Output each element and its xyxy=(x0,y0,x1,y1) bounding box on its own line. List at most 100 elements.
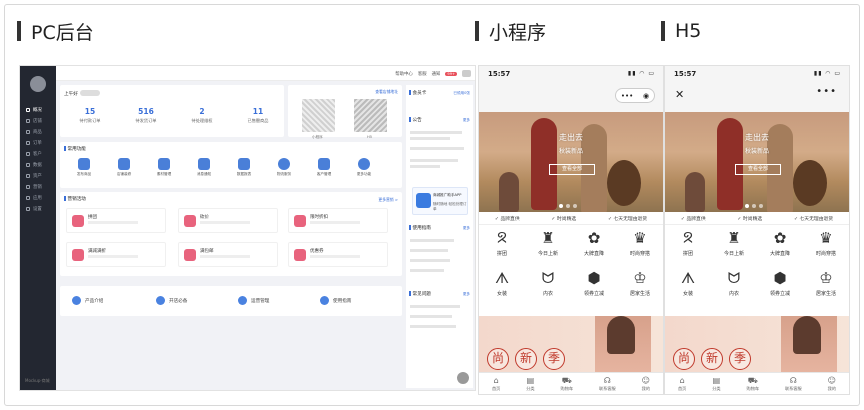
notice-item[interactable] xyxy=(410,131,462,134)
func-more[interactable]: 更多功能 xyxy=(356,158,372,177)
category-item[interactable]: ♔ 居家生活 xyxy=(803,269,849,297)
promo-banner[interactable]: 尚 新 季 xyxy=(479,316,663,373)
promo-char: 季 xyxy=(729,348,751,370)
notice-item[interactable] xyxy=(410,137,450,140)
tab-cart[interactable]: ⛟ 购物车 xyxy=(561,373,574,394)
hero-button[interactable]: 查看全部 xyxy=(735,164,781,175)
tab-profile[interactable]: ☺ 我的 xyxy=(828,373,836,394)
category-item[interactable]: ✿ 大牌直降 xyxy=(757,229,803,257)
faq-item[interactable] xyxy=(410,325,456,328)
category-item[interactable]: ⬢ 领券立减 xyxy=(571,269,617,297)
link-store-essentials[interactable]: 开店必备 xyxy=(156,296,187,305)
more-dots-icon[interactable]: ••• xyxy=(621,92,633,100)
category-item[interactable]: ♜ 今日上新 xyxy=(525,229,571,257)
func-materials[interactable]: 素材管理 xyxy=(156,158,172,177)
notice-item[interactable] xyxy=(410,165,440,168)
func-decoration[interactable]: 店铺装修 xyxy=(116,158,132,177)
promo-banner[interactable]: 尚 新 季 xyxy=(665,316,849,373)
sidebar-item-goods[interactable]: 商品 xyxy=(20,126,56,137)
category-item[interactable]: ♛ 时尚穿搭 xyxy=(803,229,849,257)
faq-item[interactable] xyxy=(410,305,460,308)
service-guarantee-bar: ✓ 品牌直供 ✓ 时尚精选 ✓ 七天无理由退货 xyxy=(665,212,849,225)
marketing-group-buy[interactable]: 拼团 xyxy=(66,208,166,233)
notice-more-link[interactable]: 更多 xyxy=(463,118,470,123)
category-item[interactable]: ⬢ 领券立减 xyxy=(757,269,803,297)
marketing-free-shipping[interactable]: 满包邮 xyxy=(178,242,278,267)
tab-home[interactable]: ⌂ 首页 xyxy=(492,373,500,394)
service-link[interactable]: 客服 xyxy=(418,71,427,77)
app-promo-card[interactable]: 商城推广助手APP 随时随地 轻松处理订单 xyxy=(412,187,468,215)
close-target-icon[interactable]: ◉ xyxy=(643,92,649,100)
store-address-link[interactable]: 查看店铺地址 xyxy=(375,89,398,95)
hero-banner[interactable]: 走出去 秋装新品 查看全部 xyxy=(479,112,663,212)
floating-help-button[interactable] xyxy=(457,372,469,384)
category-item[interactable]: ᗢ 内衣 xyxy=(525,269,571,297)
guide-item[interactable] xyxy=(410,269,444,272)
marketing-more-link[interactable]: 更多营销 > xyxy=(378,197,398,203)
category-item[interactable]: ♛ 时尚穿搭 xyxy=(617,229,663,257)
marketing-full-reduction[interactable]: 满减满折 xyxy=(66,242,166,267)
close-icon[interactable]: ✕ xyxy=(675,88,684,101)
category-item[interactable]: ᗑ 女装 xyxy=(479,269,525,297)
miniapp-capsule[interactable]: ••• ◉ xyxy=(615,88,655,103)
tab-service[interactable]: ☊ 联系客服 xyxy=(785,373,802,394)
tab-profile[interactable]: ☺ 我的 xyxy=(642,373,650,394)
sidebar-item-data[interactable]: 数据 xyxy=(20,159,56,170)
sidebar-item-assets[interactable]: 资产 xyxy=(20,170,56,181)
guide-item[interactable] xyxy=(410,239,454,242)
category-item[interactable]: ✿ 大牌直降 xyxy=(571,229,617,257)
stat-pending-refund[interactable]: 2 待处理维权 xyxy=(174,107,230,124)
tab-service[interactable]: ☊ 联系客服 xyxy=(599,373,616,394)
notice-item[interactable] xyxy=(410,159,458,162)
guide-item[interactable] xyxy=(410,249,448,252)
notice-link[interactable]: 通知 xyxy=(432,71,441,77)
func-reports[interactable]: 数据报表 xyxy=(236,158,252,177)
member-card-link[interactable]: 已领用0张 xyxy=(453,91,470,96)
carousel-dots[interactable] xyxy=(559,204,577,208)
tab-category[interactable]: ▤ 分类 xyxy=(526,373,534,394)
func-logistics[interactable]: 物流服务 xyxy=(276,158,292,177)
notice-item[interactable] xyxy=(410,147,464,150)
func-publish[interactable]: 发布商品 xyxy=(76,158,92,177)
category-item[interactable]: ♜ 今日上新 xyxy=(711,229,757,257)
link-user-guide[interactable]: 使用指南 xyxy=(320,296,351,305)
carousel-dots[interactable] xyxy=(745,204,763,208)
sidebar-item-orders[interactable]: 订单 xyxy=(20,137,56,148)
tab-home[interactable]: ⌂ 首页 xyxy=(678,373,686,394)
guide-more-link[interactable]: 更多 xyxy=(463,226,470,231)
func-messages[interactable]: 消息通知 xyxy=(196,158,212,177)
avatar[interactable] xyxy=(462,70,471,77)
category-item[interactable]: ᗑ 女装 xyxy=(665,269,711,297)
stat-pending-pay[interactable]: 15 待付款订单 xyxy=(62,107,118,124)
app-desc: 随时随地 轻松处理订单 xyxy=(433,202,467,211)
tab-category[interactable]: ▤ 分类 xyxy=(712,373,720,394)
sidebar-item-store[interactable]: 店铺 xyxy=(20,115,56,126)
link-product-intro[interactable]: 产品介绍 xyxy=(72,296,103,305)
category-item[interactable]: ᘝ 拼团 xyxy=(479,229,525,257)
hero-banner[interactable]: 走出去 秋装新品 查看全部 xyxy=(665,112,849,212)
more-dots-icon[interactable]: ••• xyxy=(816,86,837,97)
category-item[interactable]: ᘝ 拼团 xyxy=(665,229,711,257)
stat-pending-ship[interactable]: 516 待发货订单 xyxy=(118,107,174,124)
stats-card: 上午好 15 待付款订单 516 待发货订单 2 待处理维权 11 已售罄商品 xyxy=(60,85,284,137)
sidebar-item-overview[interactable]: 概况 xyxy=(20,104,56,115)
category-item[interactable]: ♔ 居家生活 xyxy=(617,269,663,297)
category-item[interactable]: ᗢ 内衣 xyxy=(711,269,757,297)
marketing-bargain[interactable]: 砍价 xyxy=(178,208,278,233)
sidebar-item-apps[interactable]: 应用 xyxy=(20,192,56,203)
link-operations[interactable]: 运营管理 xyxy=(238,296,269,305)
faq-item[interactable] xyxy=(410,315,452,318)
help-link[interactable]: 帮助中心 xyxy=(395,71,413,77)
hero-button[interactable]: 查看全部 xyxy=(549,164,595,175)
marketing-flash-discount[interactable]: 限时折扣 xyxy=(288,208,388,233)
faq-more-link[interactable]: 更多 xyxy=(463,292,470,297)
sidebar-item-customers[interactable]: 客户 xyxy=(20,148,56,159)
stat-sold-out[interactable]: 11 已售罄商品 xyxy=(230,107,286,124)
tab-cart[interactable]: ⛟ 购物车 xyxy=(747,373,760,394)
sidebar-item-settings[interactable]: 设置 xyxy=(20,203,56,214)
marketing-coupon[interactable]: 优惠券 xyxy=(288,242,388,267)
sidebar-item-marketing[interactable]: 营销 xyxy=(20,181,56,192)
guide-item[interactable] xyxy=(410,259,450,262)
func-customers[interactable]: 客户管理 xyxy=(316,158,332,177)
promo-char: 新 xyxy=(701,348,723,370)
